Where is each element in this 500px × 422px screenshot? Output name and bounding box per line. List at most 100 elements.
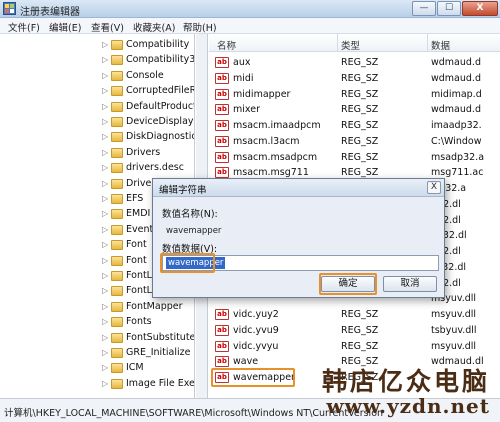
tree-item-label: Compatibility32	[126, 54, 195, 66]
dialog-title: 编辑字符串	[159, 185, 207, 196]
list-item[interactable]: ab msacm.imaadpcm REG_SZ imaadp32.	[209, 118, 500, 134]
list-header: 名称 类型 数据	[209, 34, 500, 52]
column-name-header[interactable]: 名称	[217, 38, 236, 52]
expand-arrow-icon[interactable]: ▷	[102, 163, 108, 172]
value-name: midi	[233, 72, 254, 84]
edit-string-dialog: 编辑字符串 X 数值名称(N): wavemapper 数值数据(V): wav…	[152, 178, 445, 298]
expand-arrow-icon[interactable]: ▷	[102, 225, 108, 234]
expand-arrow-icon[interactable]: ▷	[102, 240, 108, 249]
list-item[interactable]: ab msacm.l3acm REG_SZ C:\Window	[209, 134, 500, 150]
expand-arrow-icon[interactable]: ▷	[102, 117, 108, 126]
expand-arrow-icon[interactable]: ▷	[102, 286, 108, 295]
value-name: vidc.yuy2	[233, 309, 279, 320]
expand-arrow-icon[interactable]: ▷	[102, 148, 108, 157]
value-name: vidc.yvyu	[233, 340, 279, 352]
folder-icon	[111, 317, 123, 328]
expand-arrow-icon[interactable]: ▷	[102, 132, 108, 141]
expand-arrow-icon[interactable]: ▷	[102, 302, 108, 311]
expand-arrow-icon[interactable]: ▷	[102, 40, 108, 49]
expand-arrow-icon[interactable]: ▷	[102, 348, 108, 357]
close-button[interactable]: X	[462, 1, 498, 16]
list-item[interactable]: ab midimapper REG_SZ midimap.d	[209, 87, 500, 103]
expand-arrow-icon[interactable]: ▷	[102, 379, 108, 388]
value-data: msyuv.dll	[431, 309, 477, 320]
registry-editor-icon	[3, 2, 16, 15]
value-data: tsbyuv.dll	[431, 324, 477, 336]
dialog-close-button[interactable]: X	[427, 181, 441, 194]
tree-item[interactable]: ▷ Compatibility	[102, 38, 194, 53]
expand-arrow-icon[interactable]: ▷	[102, 317, 108, 326]
string-value-icon: ab	[215, 324, 229, 336]
tree-item-label: Fonts	[126, 316, 152, 328]
list-item[interactable]: ab msacm.msadpcm REG_SZ msadp32.a	[209, 150, 500, 166]
column-separator[interactable]	[337, 34, 338, 52]
expand-arrow-icon[interactable]: ▷	[102, 102, 108, 111]
column-data-header[interactable]: 数据	[431, 38, 450, 52]
column-type-header[interactable]: 类型	[341, 38, 360, 52]
string-value-icon: ab	[215, 309, 229, 320]
value-type: REG_SZ	[341, 309, 379, 320]
folder-icon	[111, 286, 123, 297]
expand-arrow-icon[interactable]: ▷	[102, 209, 108, 218]
tree-item[interactable]: ▷ DefaultProduct	[102, 100, 195, 115]
tree-item[interactable]: ▷ FontMapper	[102, 300, 194, 315]
watermark-url: www.yzdn.net	[326, 394, 490, 418]
tree-item-label: GRE_Initialize	[126, 347, 191, 358]
folder-icon	[111, 301, 123, 312]
list-item[interactable]: ab vidc.yvyu REG_SZ msyuv.dll	[209, 339, 500, 355]
value-name: msacm.l3acm	[233, 135, 300, 147]
watermark: 韩店亿众电脑 www.yzdn.net	[321, 362, 490, 418]
tree-item[interactable]: ▷ DiskDiagnostic	[102, 130, 195, 145]
value-data: msadp32.a	[431, 151, 485, 163]
menu-favorites[interactable]: 收藏夹(A)	[133, 20, 175, 34]
folder-icon	[111, 178, 123, 189]
tree-item-label: drivers.desc	[126, 162, 184, 174]
maximize-button[interactable]: ☐	[437, 1, 461, 16]
tree-item[interactable]: ▷ GRE_Initialize	[102, 346, 194, 361]
menu-file[interactable]: 文件(F)	[8, 20, 40, 34]
tree-item-label: Drive	[126, 177, 152, 189]
expand-arrow-icon[interactable]: ▷	[102, 179, 108, 188]
tree-item[interactable]: ▷ DeviceDisplayC	[102, 115, 194, 130]
menu-bar: 文件(F) 编辑(E) 查看(V) 收藏夹(A) 帮助(H)	[0, 18, 500, 34]
expand-arrow-icon[interactable]: ▷	[102, 363, 108, 372]
tree-item[interactable]: ▷ Compatibility32	[102, 53, 195, 68]
list-item[interactable]: ab midi REG_SZ wdmaud.d	[209, 71, 500, 87]
list-item[interactable]: ab aux REG_SZ wdmaud.d	[209, 55, 500, 71]
tree-item-label: DefaultProduct	[126, 100, 195, 112]
value-name: aux	[233, 57, 251, 68]
tree-item[interactable]: ▷ Console	[102, 69, 194, 84]
tree-item-label: CorruptedFileR	[126, 85, 195, 97]
string-value-icon: ab	[215, 120, 229, 131]
tree-item[interactable]: ▷ ICM	[102, 361, 194, 376]
value-type: REG_SZ	[341, 57, 379, 68]
menu-view[interactable]: 查看(V)	[91, 20, 124, 34]
menu-help[interactable]: 帮助(H)	[183, 20, 217, 34]
tree-item[interactable]: ▷ drivers.desc	[102, 161, 194, 176]
watermark-text: 韩店亿众电脑	[321, 367, 490, 396]
tree-item-label: DiskDiagnostic	[126, 131, 195, 143]
minimize-button[interactable]: —	[412, 1, 436, 16]
expand-arrow-icon[interactable]: ▷	[102, 194, 108, 203]
annotation-highlight-input	[160, 253, 215, 273]
dialog-title-bar: 编辑字符串 X	[153, 179, 444, 197]
folder-icon	[111, 101, 123, 112]
list-item[interactable]: ab vidc.yuy2 REG_SZ msyuv.dll	[209, 307, 500, 323]
cancel-button[interactable]: 取消	[383, 276, 437, 292]
expand-arrow-icon[interactable]: ▷	[102, 55, 108, 64]
expand-arrow-icon[interactable]: ▷	[102, 333, 108, 342]
expand-arrow-icon[interactable]: ▷	[102, 86, 108, 95]
expand-arrow-icon[interactable]: ▷	[102, 271, 108, 280]
column-separator[interactable]	[427, 34, 428, 52]
tree-item[interactable]: ▷ Image File Exec	[102, 377, 194, 392]
list-item[interactable]: ab mixer REG_SZ wdmaud.d	[209, 102, 500, 118]
tree-item[interactable]: ▷ FontSubstitutes	[102, 331, 194, 346]
menu-edit[interactable]: 编辑(E)	[49, 20, 81, 34]
folder-icon	[111, 240, 123, 251]
list-item[interactable]: ab vidc.yvu9 REG_SZ tsbyuv.dll	[209, 323, 500, 339]
tree-item[interactable]: ▷ CorruptedFileR	[102, 84, 195, 99]
expand-arrow-icon[interactable]: ▷	[102, 71, 108, 80]
tree-item[interactable]: ▷ Fonts	[102, 315, 194, 330]
tree-item[interactable]: ▷ Drivers	[102, 146, 194, 161]
expand-arrow-icon[interactable]: ▷	[102, 256, 108, 265]
